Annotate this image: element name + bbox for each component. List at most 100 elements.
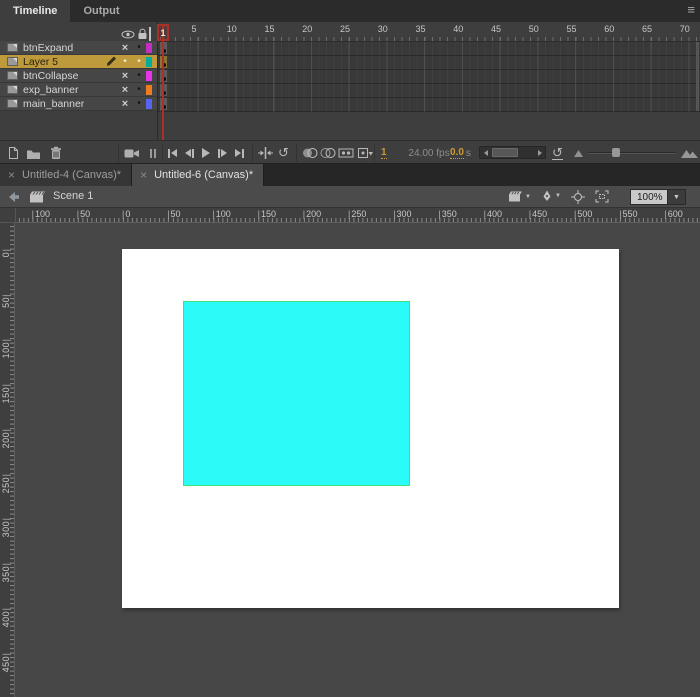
layer-visibility-toggle[interactable]: • — [118, 56, 132, 67]
timeline-frames-header[interactable]: 5 10 15 20 25 30 35 40 45 50 55 60 65 70 — [158, 22, 700, 41]
frame-size-slider-thumb[interactable] — [612, 148, 620, 157]
frame-number: 65 — [641, 24, 652, 34]
canvas-area[interactable]: 050100150200250300350400450 100500501001… — [0, 208, 700, 697]
trash-icon — [51, 146, 61, 159]
layer-row-layer-5[interactable]: Layer 5 • • — [0, 55, 157, 69]
panel-tab-output[interactable]: Output — [70, 0, 132, 22]
edit-scene-button[interactable]: ▼ — [508, 190, 531, 203]
add-camera-button[interactable] — [124, 145, 140, 161]
zoom-level-field[interactable]: 100% — [630, 189, 668, 205]
layer-name: Layer 5 — [23, 55, 59, 68]
playhead-frame-indicator[interactable]: 1 — [157, 24, 169, 41]
onion-skin-outlines-button[interactable] — [320, 145, 336, 161]
ruler-label: 350 — [438, 209, 457, 219]
layer-row-btnexpand[interactable]: btnExpand × • — [0, 41, 157, 55]
bars-toggle-button[interactable] — [150, 145, 156, 161]
layer-list: btnExpand × • Layer 5 • • btnCollapse × • exp_ban… — [0, 41, 157, 111]
frames-row-main_banner[interactable] — [158, 98, 700, 112]
layer-row-btncollapse[interactable]: btnCollapse × • — [0, 69, 157, 83]
close-tab-icon[interactable]: × — [8, 168, 15, 182]
layer-outline-color-chip[interactable] — [146, 56, 152, 67]
layer-lock-toggle[interactable]: • — [132, 70, 146, 81]
layer-lock-toggle[interactable]: • — [132, 42, 146, 53]
play-button[interactable] — [202, 145, 210, 161]
edit-multiple-frames-button[interactable] — [338, 145, 354, 161]
ruler-label: 0 — [122, 209, 130, 219]
layer-row-main_banner[interactable]: main_banner × • — [0, 97, 157, 111]
elapsed-time-value[interactable]: 0.0 — [450, 147, 464, 159]
frames-row-exp_banner[interactable] — [158, 84, 700, 98]
layer-columns-header — [0, 24, 157, 46]
large-frame-size-button[interactable] — [681, 145, 698, 161]
ruler-label: 50 — [167, 209, 181, 219]
timeline-frames-grid[interactable] — [158, 41, 700, 112]
layer-lock-toggle[interactable]: • — [132, 98, 146, 109]
toolbar-separator — [252, 144, 253, 162]
scroll-left-button[interactable] — [480, 147, 491, 158]
layer-visibility-toggle[interactable]: × — [118, 42, 132, 54]
layer-lock-toggle[interactable]: • — [132, 84, 146, 95]
zoom-dropdown-button[interactable]: ▼ — [668, 189, 686, 205]
step-back-button[interactable] — [185, 145, 194, 161]
onion-skin-button[interactable] — [302, 145, 318, 161]
first-frame-button[interactable] — [168, 145, 177, 161]
timeline-vertical-scrollbar[interactable] — [696, 42, 699, 111]
layer-row-exp_banner[interactable]: exp_banner × • — [0, 83, 157, 97]
frame-size-slider[interactable] — [588, 148, 676, 157]
reset-timeline-zoom-button[interactable]: ↺ — [552, 145, 563, 161]
timeline-horizontal-scrollbar[interactable] — [479, 146, 546, 159]
delete-layer-button[interactable] — [50, 145, 62, 161]
play-icon — [202, 148, 210, 158]
chevron-down-icon: ▼ — [673, 193, 680, 201]
panel-tab-timeline[interactable]: Timeline — [0, 0, 71, 22]
frame-rate-label[interactable]: 24.00 fps — [403, 145, 455, 161]
layer-outline-color-chip[interactable] — [146, 70, 152, 81]
document-tab[interactable]: × Untitled-4 (Canvas)* — [0, 164, 133, 186]
layer-visibility-toggle[interactable]: × — [118, 84, 132, 96]
clip-content-button[interactable] — [595, 190, 609, 203]
edit-symbols-button[interactable]: ▼ — [541, 190, 561, 202]
modify-markers-button[interactable] — [357, 145, 373, 161]
layer-visibility-toggle[interactable]: × — [118, 70, 132, 82]
horizontal-ruler: 1005005010015020025030035040045050055060… — [0, 208, 700, 223]
elapsed-time-field[interactable]: 0.0 s — [450, 145, 471, 161]
ruler-label: 100 — [32, 209, 50, 219]
scroll-right-button[interactable] — [534, 147, 545, 158]
document-tab[interactable]: × Untitled-6 (Canvas)* — [132, 164, 265, 186]
step-back-icon — [185, 148, 194, 158]
new-folder-button[interactable] — [26, 145, 41, 161]
cyan-rectangle[interactable] — [183, 301, 410, 486]
layer-outline-color-chip[interactable] — [146, 84, 152, 95]
center-frame-icon — [258, 147, 273, 159]
scrollbar-thumb[interactable] — [492, 148, 518, 157]
playhead-line[interactable] — [162, 25, 164, 140]
frames-row-layer-5[interactable] — [158, 56, 700, 70]
stage[interactable] — [122, 249, 619, 608]
loop-button[interactable]: ↺ — [278, 145, 289, 161]
new-layer-button[interactable] — [6, 145, 20, 161]
frames-row-btnexpand[interactable] — [158, 42, 700, 56]
vertical-ruler: 0 50 100 150 200 250 300 350 400 450 — [0, 208, 15, 697]
layer-outline-color-chip[interactable] — [146, 42, 152, 53]
close-tab-icon[interactable]: × — [140, 168, 147, 182]
document-tab-bar: × Untitled-4 (Canvas)* × Untitled-6 (Canvas… — [0, 164, 700, 186]
large-frame-mountains-icon — [681, 150, 698, 158]
timeline-panel: 5 10 15 20 25 30 35 40 45 50 55 60 65 70 btnExpand × • L… — [0, 22, 700, 140]
frame-number: 50 — [528, 24, 539, 34]
ruler-label: 100 — [1, 339, 11, 359]
ruler-label: 150 — [1, 384, 11, 404]
center-frame-button[interactable] — [258, 145, 273, 161]
panel-menu-icon[interactable]: ≡ — [687, 2, 695, 17]
current-frame-field[interactable]: 1 — [381, 147, 387, 159]
step-forward-button[interactable] — [218, 145, 227, 161]
small-frame-size-button[interactable] — [574, 145, 583, 161]
layer-page-icon — [7, 99, 18, 108]
layer-lock-toggle[interactable]: • — [132, 56, 146, 67]
layer-visibility-toggle[interactable]: × — [118, 98, 132, 110]
last-frame-button[interactable] — [235, 145, 244, 161]
frames-row-btncollapse[interactable] — [158, 70, 700, 84]
center-stage-button[interactable] — [571, 190, 585, 204]
back-button[interactable] — [7, 191, 20, 203]
onion-skin-icon — [303, 148, 318, 158]
layer-outline-color-chip[interactable] — [146, 98, 152, 109]
